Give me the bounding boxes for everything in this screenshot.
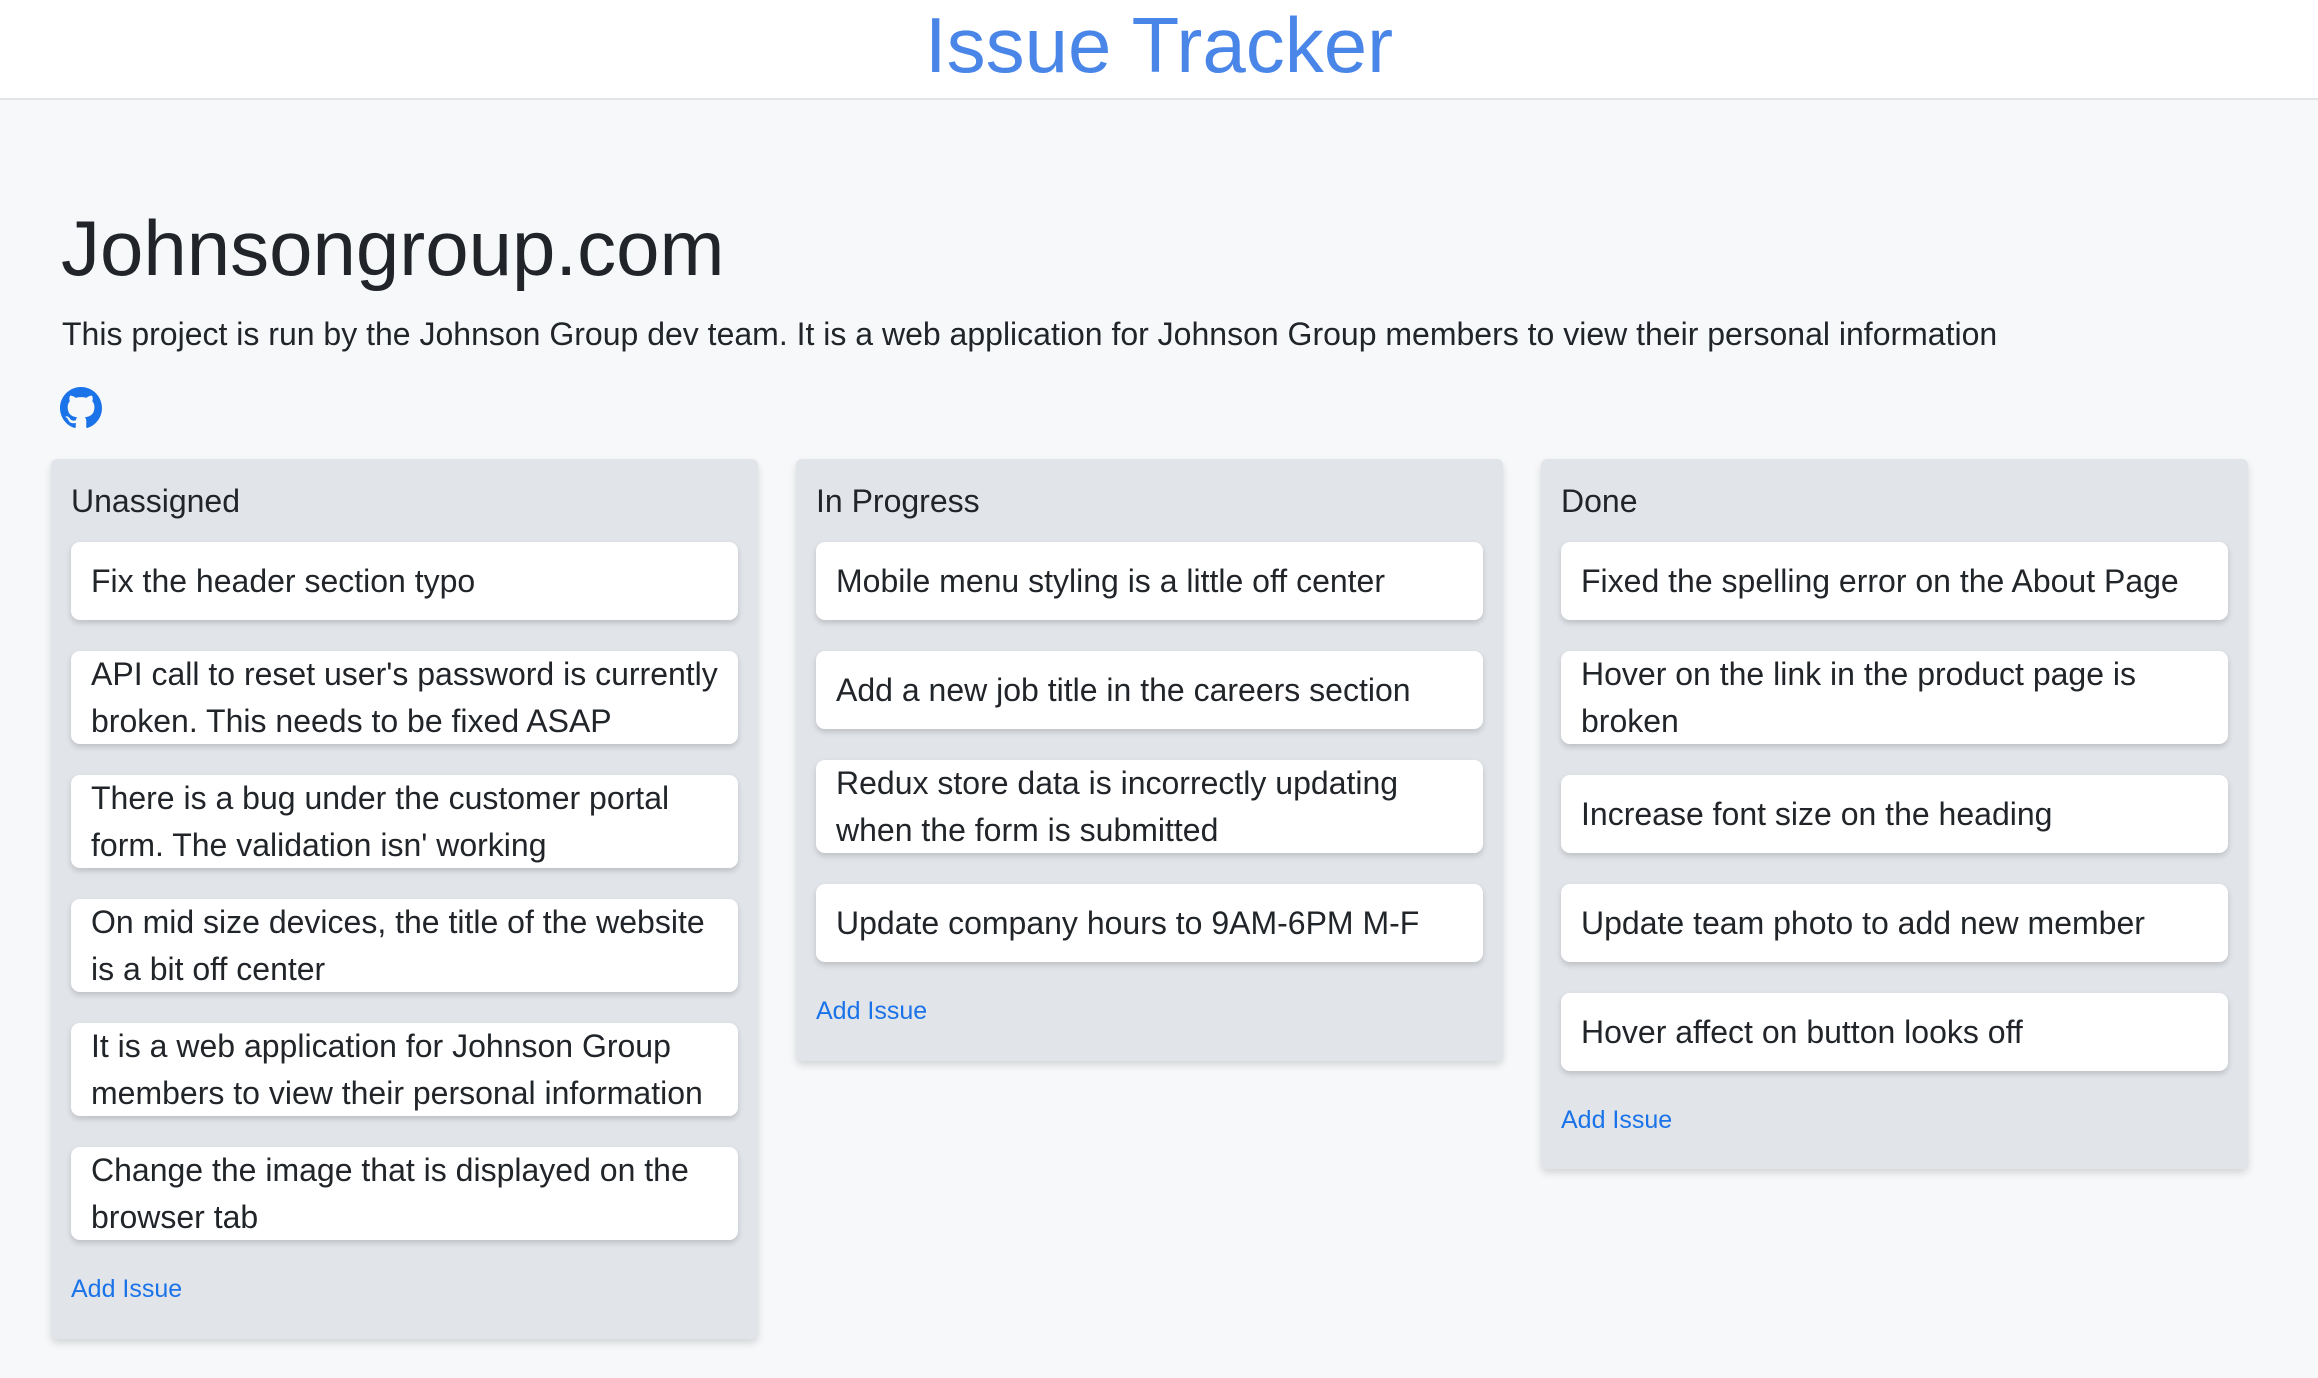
issue-card[interactable]: There is a bug under the customer portal…	[71, 775, 738, 868]
column-in-progress: In Progress Mobile menu styling is a lit…	[796, 459, 1503, 1061]
issue-card[interactable]: Add a new job title in the careers secti…	[816, 651, 1483, 729]
issue-card[interactable]: API call to reset user's password is cur…	[71, 651, 738, 744]
column-done: Done Fixed the spelling error on the Abo…	[1541, 459, 2248, 1169]
column-title: Done	[1561, 483, 1638, 519]
issue-card[interactable]: Update team photo to add new member	[1561, 884, 2228, 962]
issue-card[interactable]: Mobile menu styling is a little off cent…	[816, 542, 1483, 620]
add-issue-link[interactable]: Add Issue	[816, 993, 1483, 1029]
project-title: Johnsongroup.com	[61, 204, 725, 292]
project-description: This project is run by the Johnson Group…	[62, 316, 1998, 352]
column-title: Unassigned	[71, 483, 240, 519]
issue-card[interactable]: Change the image that is displayed on th…	[71, 1147, 738, 1240]
issue-card[interactable]: Fixed the spelling error on the About Pa…	[1561, 542, 2228, 620]
issue-card[interactable]: Fix the header section typo	[71, 542, 738, 620]
issue-card[interactable]: On mid size devices, the title of the we…	[71, 899, 738, 992]
issue-card[interactable]: Update company hours to 9AM-6PM M-F	[816, 884, 1483, 962]
issue-card[interactable]: It is a web application for Johnson Grou…	[71, 1023, 738, 1116]
column-unassigned: Unassigned Fix the header section typo A…	[51, 459, 758, 1339]
top-navbar: Issue Tracker	[0, 0, 2318, 100]
issue-card[interactable]: Hover affect on button looks off	[1561, 993, 2228, 1071]
app-title[interactable]: Issue Tracker	[0, 0, 2318, 90]
issue-card[interactable]: Hover on the link in the product page is…	[1561, 651, 2228, 744]
column-title: In Progress	[816, 483, 980, 519]
issue-card[interactable]: Redux store data is incorrectly updating…	[816, 760, 1483, 853]
github-icon	[60, 387, 102, 428]
add-issue-link[interactable]: Add Issue	[71, 1271, 738, 1307]
issue-card[interactable]: Increase font size on the heading	[1561, 775, 2228, 853]
github-link[interactable]	[60, 387, 102, 429]
add-issue-link[interactable]: Add Issue	[1561, 1102, 2228, 1138]
